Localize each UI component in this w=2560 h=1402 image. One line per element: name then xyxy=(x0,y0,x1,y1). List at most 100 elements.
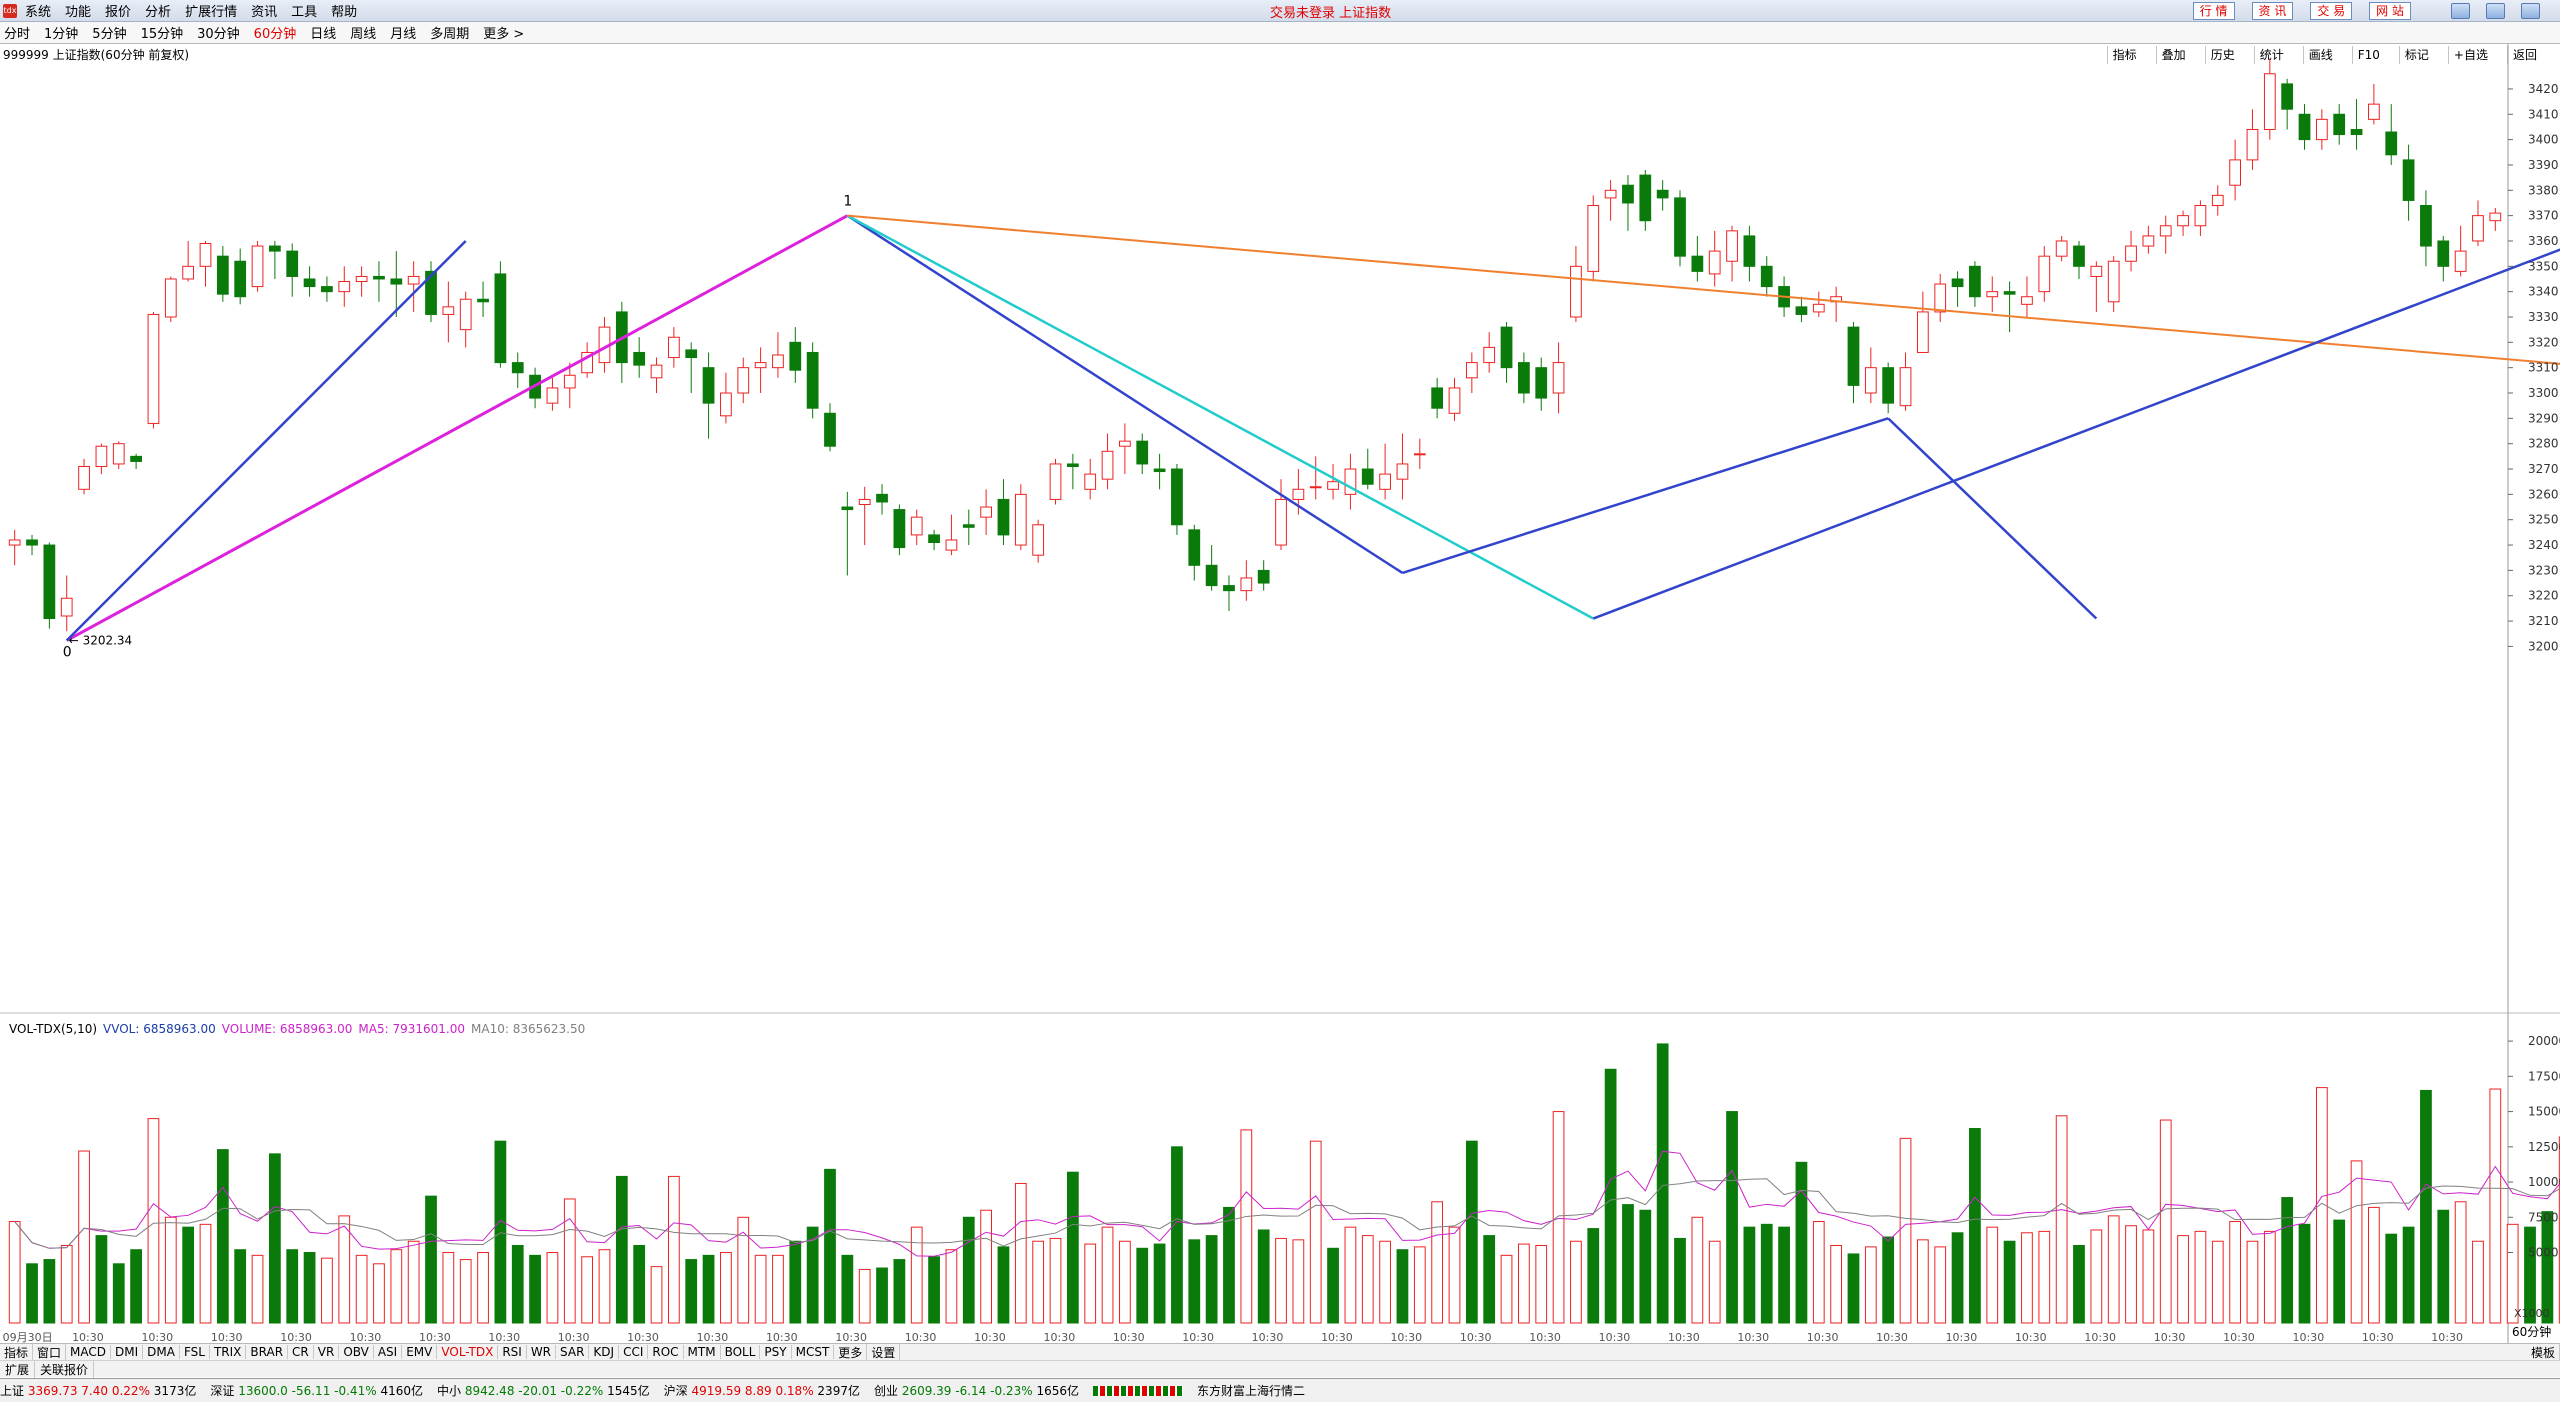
period-1min[interactable]: 1分钟 xyxy=(44,23,78,42)
indicator-18[interactable]: CCI xyxy=(619,1345,649,1359)
period-daily[interactable]: 日线 xyxy=(310,23,336,42)
indicator-1[interactable]: 窗口 xyxy=(33,1343,67,1361)
volume-bar xyxy=(407,1240,420,1324)
volume-bar xyxy=(1864,1246,1877,1324)
indicator-8[interactable]: CR xyxy=(288,1345,314,1359)
price-tick-label: 3220 xyxy=(2528,589,2559,603)
indicator-22[interactable]: PSY xyxy=(760,1345,792,1359)
indicator-20[interactable]: MTM xyxy=(684,1345,721,1359)
indicator-7[interactable]: BRAR xyxy=(246,1345,289,1359)
menu-tools[interactable]: 工具 xyxy=(291,1,317,20)
period-more[interactable]: 更多 > xyxy=(483,23,524,42)
volume-bar xyxy=(2385,1233,2398,1324)
period-intraday[interactable]: 分时 xyxy=(4,23,30,42)
volume-bar xyxy=(60,1244,73,1324)
indicator-23[interactable]: MCST xyxy=(792,1345,835,1359)
period-60min[interactable]: 60分钟 xyxy=(254,23,297,42)
sz-index[interactable]: 深证 13600.0 -56.11 -0.41% 4160亿 xyxy=(210,1382,423,1399)
menu-quote[interactable]: 报价 xyxy=(105,1,131,20)
menu-help[interactable]: 帮助 xyxy=(331,1,357,20)
tab-extension[interactable]: 扩展 xyxy=(0,1360,36,1378)
candle xyxy=(494,261,507,368)
candle-body xyxy=(2263,73,2276,130)
indicator-16[interactable]: SAR xyxy=(556,1345,590,1359)
indicator-19[interactable]: ROC xyxy=(648,1345,684,1359)
volume-bar xyxy=(2159,1119,2172,1324)
candle xyxy=(199,240,212,287)
indicator-12[interactable]: EMV xyxy=(402,1345,438,1359)
candle xyxy=(789,327,802,383)
candle xyxy=(373,261,385,302)
kline-chart[interactable]: 0122.02.1← 3431.65← 3202.34 342034103400… xyxy=(0,44,2560,1343)
candle xyxy=(841,491,854,576)
indicator-9[interactable]: VR xyxy=(314,1345,340,1359)
time-axis-label: 10:30 xyxy=(974,1331,1006,1343)
indicator-13[interactable]: VOL-TDX xyxy=(437,1345,499,1359)
candle xyxy=(1361,448,1374,490)
volume-bar xyxy=(251,1254,264,1324)
period-multi[interactable]: 多周期 xyxy=(430,23,469,42)
menu-system[interactable]: 系统 xyxy=(25,1,51,20)
volume-header-item: MA5: 7931601.00 xyxy=(358,1022,465,1036)
indicator-5[interactable]: FSL xyxy=(180,1345,210,1359)
candle-body xyxy=(824,412,836,447)
menu-ext-market[interactable]: 扩展行情 xyxy=(185,1,237,20)
price-tick-label: 3230 xyxy=(2528,563,2559,577)
indicator-2[interactable]: MACD xyxy=(66,1345,112,1359)
hs-index[interactable]: 沪深 4919.59 8.89 0.18% 2397亿 xyxy=(664,1382,860,1399)
candle-body xyxy=(1448,387,1461,414)
candle xyxy=(1864,347,1877,404)
candle-body xyxy=(1552,362,1565,394)
period-monthly[interactable]: 月线 xyxy=(390,23,416,42)
website-button[interactable]: 网 站 xyxy=(2369,2,2411,20)
candle xyxy=(26,534,38,556)
minimize-icon[interactable] xyxy=(2451,3,2470,19)
candle-body xyxy=(1760,265,1773,288)
sh-index[interactable]: 上证 3369.73 7.40 0.22% 3173亿 xyxy=(0,1382,196,1399)
time-axis-label: 10:30 xyxy=(2223,1331,2255,1343)
news-button[interactable]: 资 讯 xyxy=(2251,2,2294,20)
period-30min[interactable]: 30分钟 xyxy=(197,23,240,42)
indicator-25[interactable]: 设置 xyxy=(867,1343,901,1361)
maximize-icon[interactable] xyxy=(2486,3,2505,19)
price-tick-label: 3330 xyxy=(2528,310,2559,324)
candle xyxy=(1830,286,1843,323)
menu-info[interactable]: 资讯 xyxy=(251,1,277,20)
candle-body xyxy=(1309,486,1322,489)
indicator-14[interactable]: RSI xyxy=(498,1345,527,1359)
candle xyxy=(1014,484,1027,551)
indicator-24[interactable]: 更多 xyxy=(834,1343,868,1361)
candle-body xyxy=(1951,278,1964,288)
zx-index[interactable]: 中小 8942.48 -20.01 -0.22% 1545亿 xyxy=(437,1382,650,1399)
server-name: 东方财富上海行情二 xyxy=(1196,1384,1305,1398)
menu-function[interactable]: 功能 xyxy=(65,1,91,20)
tab-related-quotes[interactable]: 关联报价 xyxy=(35,1360,95,1378)
indicator-10[interactable]: OBV xyxy=(339,1345,374,1359)
candle xyxy=(2107,256,2120,312)
indicator-4[interactable]: DMA xyxy=(143,1345,180,1359)
menu-analysis[interactable]: 分析 xyxy=(145,1,171,20)
cy-index[interactable]: 创业 2609.39 -6.14 -0.23% 1656亿 xyxy=(874,1382,1079,1399)
indicator-11[interactable]: ASI xyxy=(374,1345,403,1359)
indicator-0[interactable]: 指标 xyxy=(0,1343,34,1361)
candle xyxy=(43,542,56,629)
indicator-21[interactable]: BOLL xyxy=(721,1345,761,1359)
indicator-15[interactable]: WR xyxy=(527,1345,557,1359)
candle-body xyxy=(997,498,1010,536)
indicator-17[interactable]: KDJ xyxy=(589,1345,620,1359)
template-button[interactable]: 模板 xyxy=(2527,1343,2560,1361)
candle-body xyxy=(1049,463,1062,500)
candle xyxy=(650,357,663,394)
indicator-3[interactable]: DMI xyxy=(111,1345,144,1359)
trade-button[interactable]: 交 易 xyxy=(2310,2,2353,20)
price-tick-label: 3360 xyxy=(2528,234,2559,248)
period-weekly[interactable]: 周线 xyxy=(350,23,376,42)
period-15min[interactable]: 15分钟 xyxy=(141,23,184,42)
indicator-6[interactable]: TRIX xyxy=(210,1345,247,1359)
close-icon[interactable] xyxy=(2521,3,2540,19)
candle-body xyxy=(43,544,56,620)
candle-body xyxy=(1223,585,1235,592)
candle xyxy=(1934,273,1947,323)
market-button[interactable]: 行 情 xyxy=(2192,2,2235,20)
period-5min[interactable]: 5分钟 xyxy=(92,23,126,42)
